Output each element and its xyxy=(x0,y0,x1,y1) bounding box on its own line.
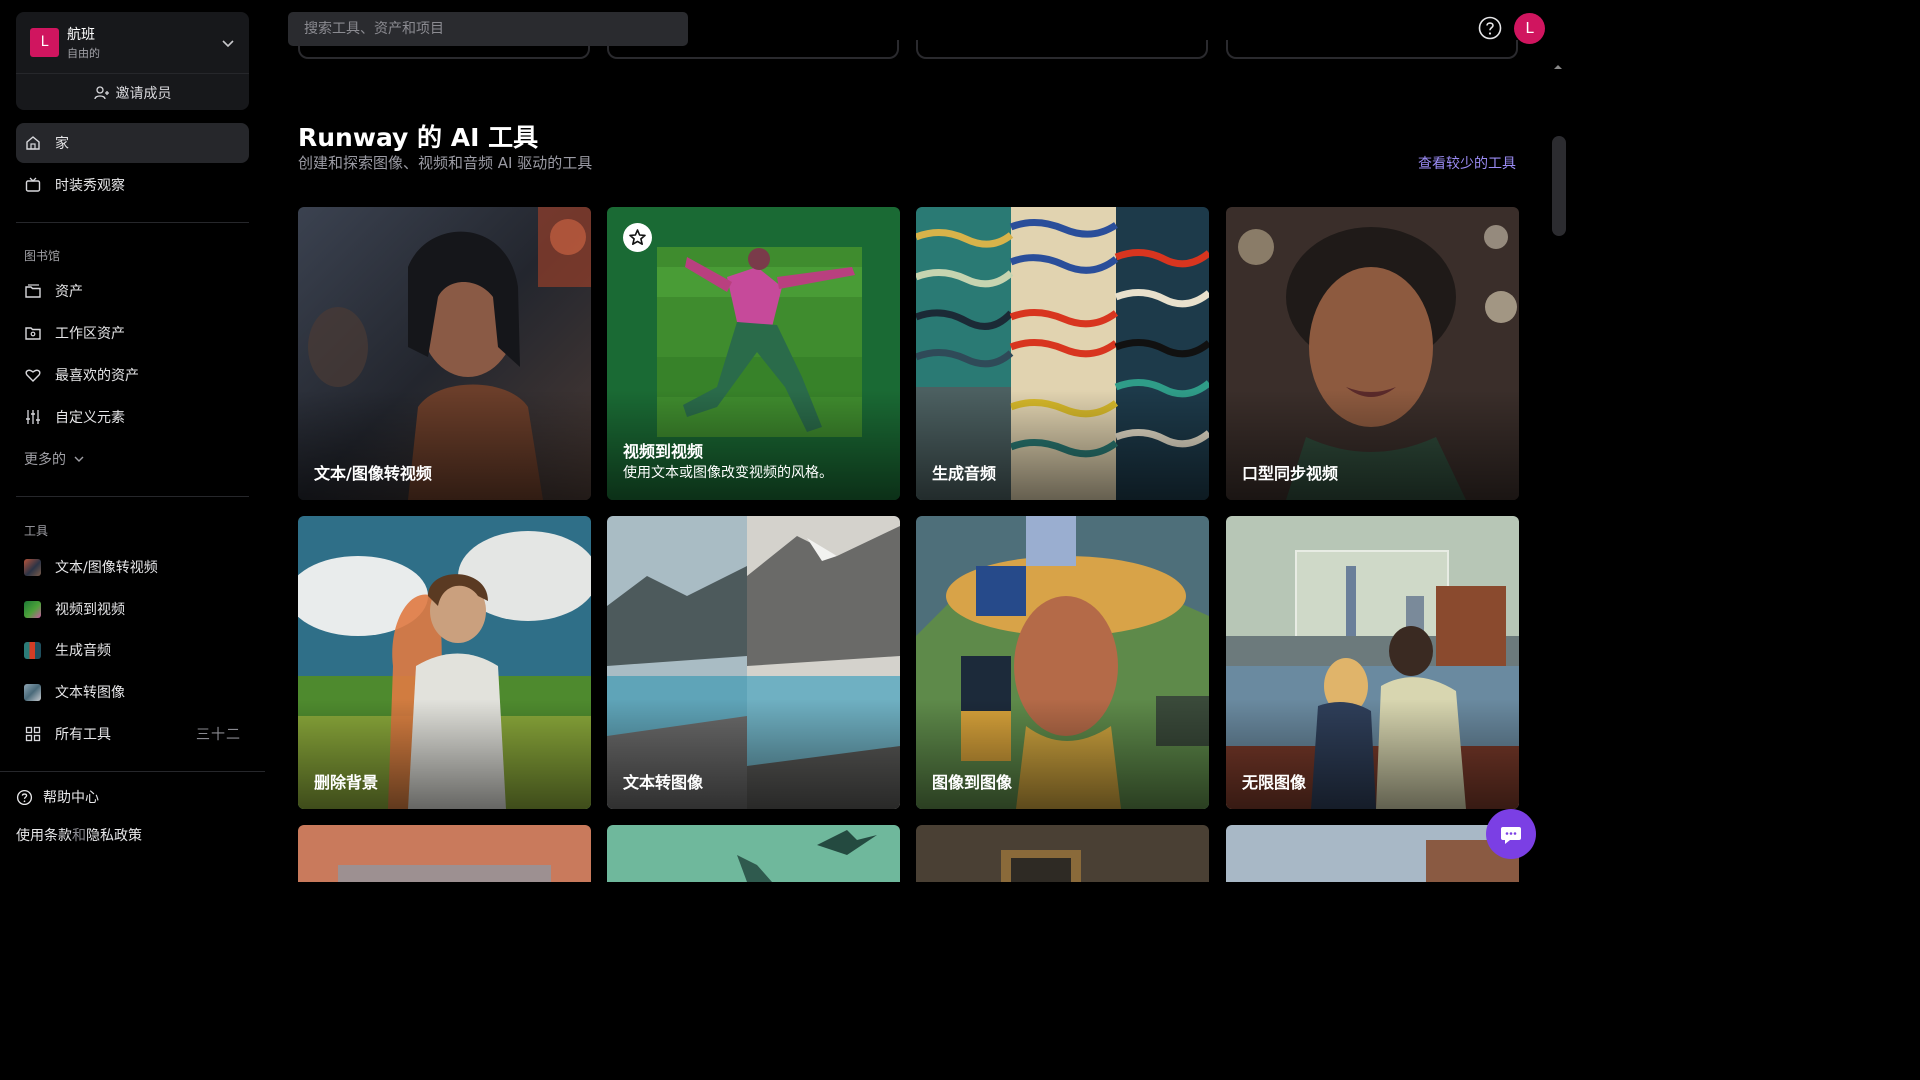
heart-icon xyxy=(25,369,41,382)
nav-tool-label: 生成音频 xyxy=(55,643,111,659)
card-image xyxy=(607,825,900,882)
divider xyxy=(16,496,249,497)
card-title: 无限图像 xyxy=(1242,773,1307,792)
nav-workspace-assets[interactable]: 工作区资产 xyxy=(16,313,249,353)
nav-fashion-label: 时装秀观察 xyxy=(55,178,125,194)
grid-icon xyxy=(25,726,41,742)
tool-card-video-to-video[interactable]: 视频到视频 使用文本或图像改变视频的风格。 xyxy=(607,207,900,500)
workspace-avatar: L xyxy=(30,28,59,57)
nav-tool-label: 文本转图像 xyxy=(55,685,125,701)
nav-custom-elements[interactable]: 自定义元素 xyxy=(16,397,249,437)
scrollbar-thumb[interactable] xyxy=(1552,136,1566,236)
partial-card xyxy=(1226,40,1518,59)
nav-assets-label: 资产 xyxy=(55,284,83,300)
help-center-label: 帮助中心 xyxy=(43,790,99,806)
workspace-plan: 自由的 xyxy=(67,47,100,60)
card-image xyxy=(1226,825,1519,882)
card-title: 生成音频 xyxy=(932,464,997,483)
sidebar: L 航班 自由的 邀请成员 家 时装秀观察 图书馆 资产 工作区资产 最喜欢的资… xyxy=(0,0,265,882)
tool-card-image-to-image[interactable]: 图像到图像 xyxy=(916,516,1209,809)
nav-all-tools[interactable]: 所有工具 三十二 xyxy=(16,714,249,754)
tools-count: 三十二 xyxy=(196,727,241,743)
chevron-down-icon xyxy=(222,40,234,48)
card-title: 视频到视频 xyxy=(623,442,704,461)
card-title: 文本转图像 xyxy=(623,773,704,792)
home-icon xyxy=(26,136,40,150)
help-center-link[interactable]: 帮助中心 xyxy=(16,787,99,807)
tool-card[interactable] xyxy=(607,825,900,882)
see-fewer-tools-link[interactable]: 查看较少的工具 xyxy=(1418,153,1516,173)
card-title: 口型同步视频 xyxy=(1242,464,1339,483)
card-image xyxy=(916,825,1209,882)
card-image xyxy=(298,825,591,882)
privacy-link[interactable]: 隐私政策 xyxy=(86,828,142,844)
tool-card[interactable] xyxy=(916,825,1209,882)
tool-card[interactable] xyxy=(1226,825,1519,882)
tool-card-text-image-to-video[interactable]: 文本/图像转视频 xyxy=(298,207,591,500)
divider xyxy=(16,222,249,223)
invite-members-button[interactable]: 邀请成员 xyxy=(16,75,249,110)
card-title: 图像到图像 xyxy=(932,773,1013,792)
nav-custom-elements-label: 自定义元素 xyxy=(55,410,125,426)
nav-tool-text-to-image[interactable]: 文本转图像 xyxy=(16,672,249,712)
nav-tool-generate-audio[interactable]: 生成音频 xyxy=(16,630,249,670)
divider xyxy=(0,771,265,772)
shared-folder-icon xyxy=(25,327,41,340)
nav-fashion-watch[interactable]: 时装秀观察 xyxy=(16,165,249,205)
library-section-label: 图书馆 xyxy=(24,249,61,263)
scroll-up-arrow[interactable] xyxy=(1553,62,1563,72)
nav-more-button[interactable]: 更多的 xyxy=(24,439,144,479)
tools-section-label: 工具 xyxy=(24,524,49,538)
star-icon xyxy=(629,229,646,245)
workspace-card: L 航班 自由的 邀请成员 xyxy=(16,12,249,110)
tool-card-lip-sync-video[interactable]: 口型同步视频 xyxy=(1226,207,1519,500)
tv-icon xyxy=(25,177,41,192)
question-circle-icon xyxy=(16,789,33,805)
card-description: 使用文本或图像改变视频的风格。 xyxy=(623,465,833,481)
user-avatar[interactable]: L xyxy=(1514,13,1545,44)
star-favorite-button[interactable] xyxy=(623,223,652,252)
help-icon[interactable] xyxy=(1478,16,1502,40)
workspace-name: 航班 xyxy=(67,27,95,43)
tool-thumbnail xyxy=(24,641,41,659)
chat-support-button[interactable] xyxy=(1486,809,1536,859)
sliders-icon xyxy=(26,410,40,424)
nav-home[interactable]: 家 xyxy=(16,123,249,163)
chat-bubble-icon xyxy=(1501,827,1521,844)
nav-tool-video-to-video[interactable]: 视频到视频 xyxy=(16,589,249,629)
folder-icon xyxy=(25,284,41,298)
nav-favorite-assets[interactable]: 最喜欢的资产 xyxy=(16,355,249,395)
terms-link[interactable]: 使用条款 xyxy=(16,828,72,844)
section-title: Runway 的 AI 工具 xyxy=(298,123,539,152)
nav-tool-label: 文本/图像转视频 xyxy=(55,560,158,576)
chevron-down-icon xyxy=(74,456,84,462)
card-title: 删除背景 xyxy=(314,773,379,792)
tool-card-text-to-image[interactable]: 文本转图像 xyxy=(607,516,900,809)
tool-thumbnail xyxy=(24,683,41,701)
tool-card[interactable] xyxy=(298,825,591,882)
nav-all-tools-label: 所有工具 xyxy=(55,727,111,743)
section-subtitle: 创建和探索图像、视频和音频 AI 驱动的工具 xyxy=(298,154,593,172)
nav-favorite-assets-label: 最喜欢的资产 xyxy=(55,368,139,384)
tool-card-generate-audio[interactable]: 生成音频 xyxy=(916,207,1209,500)
workspace-switcher[interactable]: L 航班 自由的 xyxy=(16,12,249,74)
add-user-icon xyxy=(93,85,109,99)
card-title: 文本/图像转视频 xyxy=(314,464,432,483)
tool-thumbnail xyxy=(24,558,41,576)
nav-home-label: 家 xyxy=(55,136,69,152)
conjunction: 和 xyxy=(72,828,86,844)
partial-card xyxy=(916,40,1208,59)
invite-members-label: 邀请成员 xyxy=(115,85,172,102)
partial-card xyxy=(607,40,899,59)
nav-more-label: 更多的 xyxy=(24,452,66,468)
tool-thumbnail xyxy=(24,600,41,618)
nav-assets[interactable]: 资产 xyxy=(16,271,249,311)
nav-tool-text-image-to-video[interactable]: 文本/图像转视频 xyxy=(16,547,249,587)
tool-card-infinite-image[interactable]: 无限图像 xyxy=(1226,516,1519,809)
partial-card xyxy=(298,40,590,59)
nav-tool-label: 视频到视频 xyxy=(55,602,125,618)
nav-workspace-assets-label: 工作区资产 xyxy=(55,326,125,342)
legal-links: 使用条款和隐私政策 xyxy=(16,825,142,845)
tool-card-remove-background[interactable]: 删除背景 xyxy=(298,516,591,809)
